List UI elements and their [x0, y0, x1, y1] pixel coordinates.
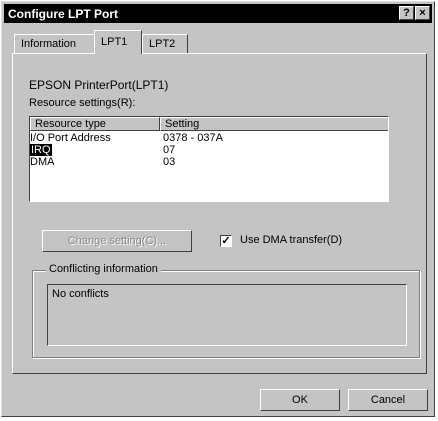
tab-lpt1[interactable]: LPT1: [94, 30, 142, 54]
help-icon[interactable]: ?: [399, 6, 414, 20]
column-resource-type[interactable]: Resource type: [30, 117, 160, 131]
cell-setting: 03: [163, 156, 176, 168]
ok-button[interactable]: OK: [260, 389, 340, 411]
title-bar[interactable]: Configure LPT Port ? ×: [4, 4, 432, 23]
conflicting-info-label: Conflicting information: [46, 263, 161, 275]
cell-resource-type: I/O Port Address: [30, 132, 111, 144]
device-name: EPSON PrinterPort(LPT1): [29, 78, 169, 92]
use-dma-checkbox[interactable]: ✓: [220, 235, 232, 247]
cell-resource-type: IRQ: [30, 144, 52, 156]
cell-resource-type: DMA: [30, 156, 55, 168]
column-setting[interactable]: Setting: [160, 117, 388, 131]
resource-settings-label: Resource settings(R):: [29, 97, 136, 109]
conflicts-text: No conflicts: [52, 288, 109, 300]
window-title: Configure LPT Port: [8, 6, 118, 21]
tab-lpt2[interactable]: LPT2: [142, 34, 188, 54]
table-row[interactable]: I/O Port Address 0378 - 037A: [30, 132, 388, 144]
tab-information[interactable]: Information: [14, 34, 96, 54]
close-icon[interactable]: ×: [415, 6, 430, 20]
conflicts-textbox[interactable]: No conflicts: [47, 284, 407, 346]
change-setting-button[interactable]: Change setting(C)...: [42, 230, 192, 252]
table-row[interactable]: IRQ 07: [30, 144, 388, 156]
resource-list[interactable]: Resource type Setting I/O Port Address 0…: [29, 116, 389, 202]
dialog-window: Configure LPT Port ? × Information LPT1 …: [1, 1, 435, 417]
use-dma-label[interactable]: Use DMA transfer(D): [240, 234, 342, 246]
list-header: Resource type Setting: [30, 117, 388, 131]
cancel-button[interactable]: Cancel: [348, 389, 428, 411]
cell-setting: 07: [163, 144, 176, 156]
table-row[interactable]: DMA 03: [30, 156, 388, 168]
cell-setting: 0378 - 037A: [163, 132, 223, 144]
